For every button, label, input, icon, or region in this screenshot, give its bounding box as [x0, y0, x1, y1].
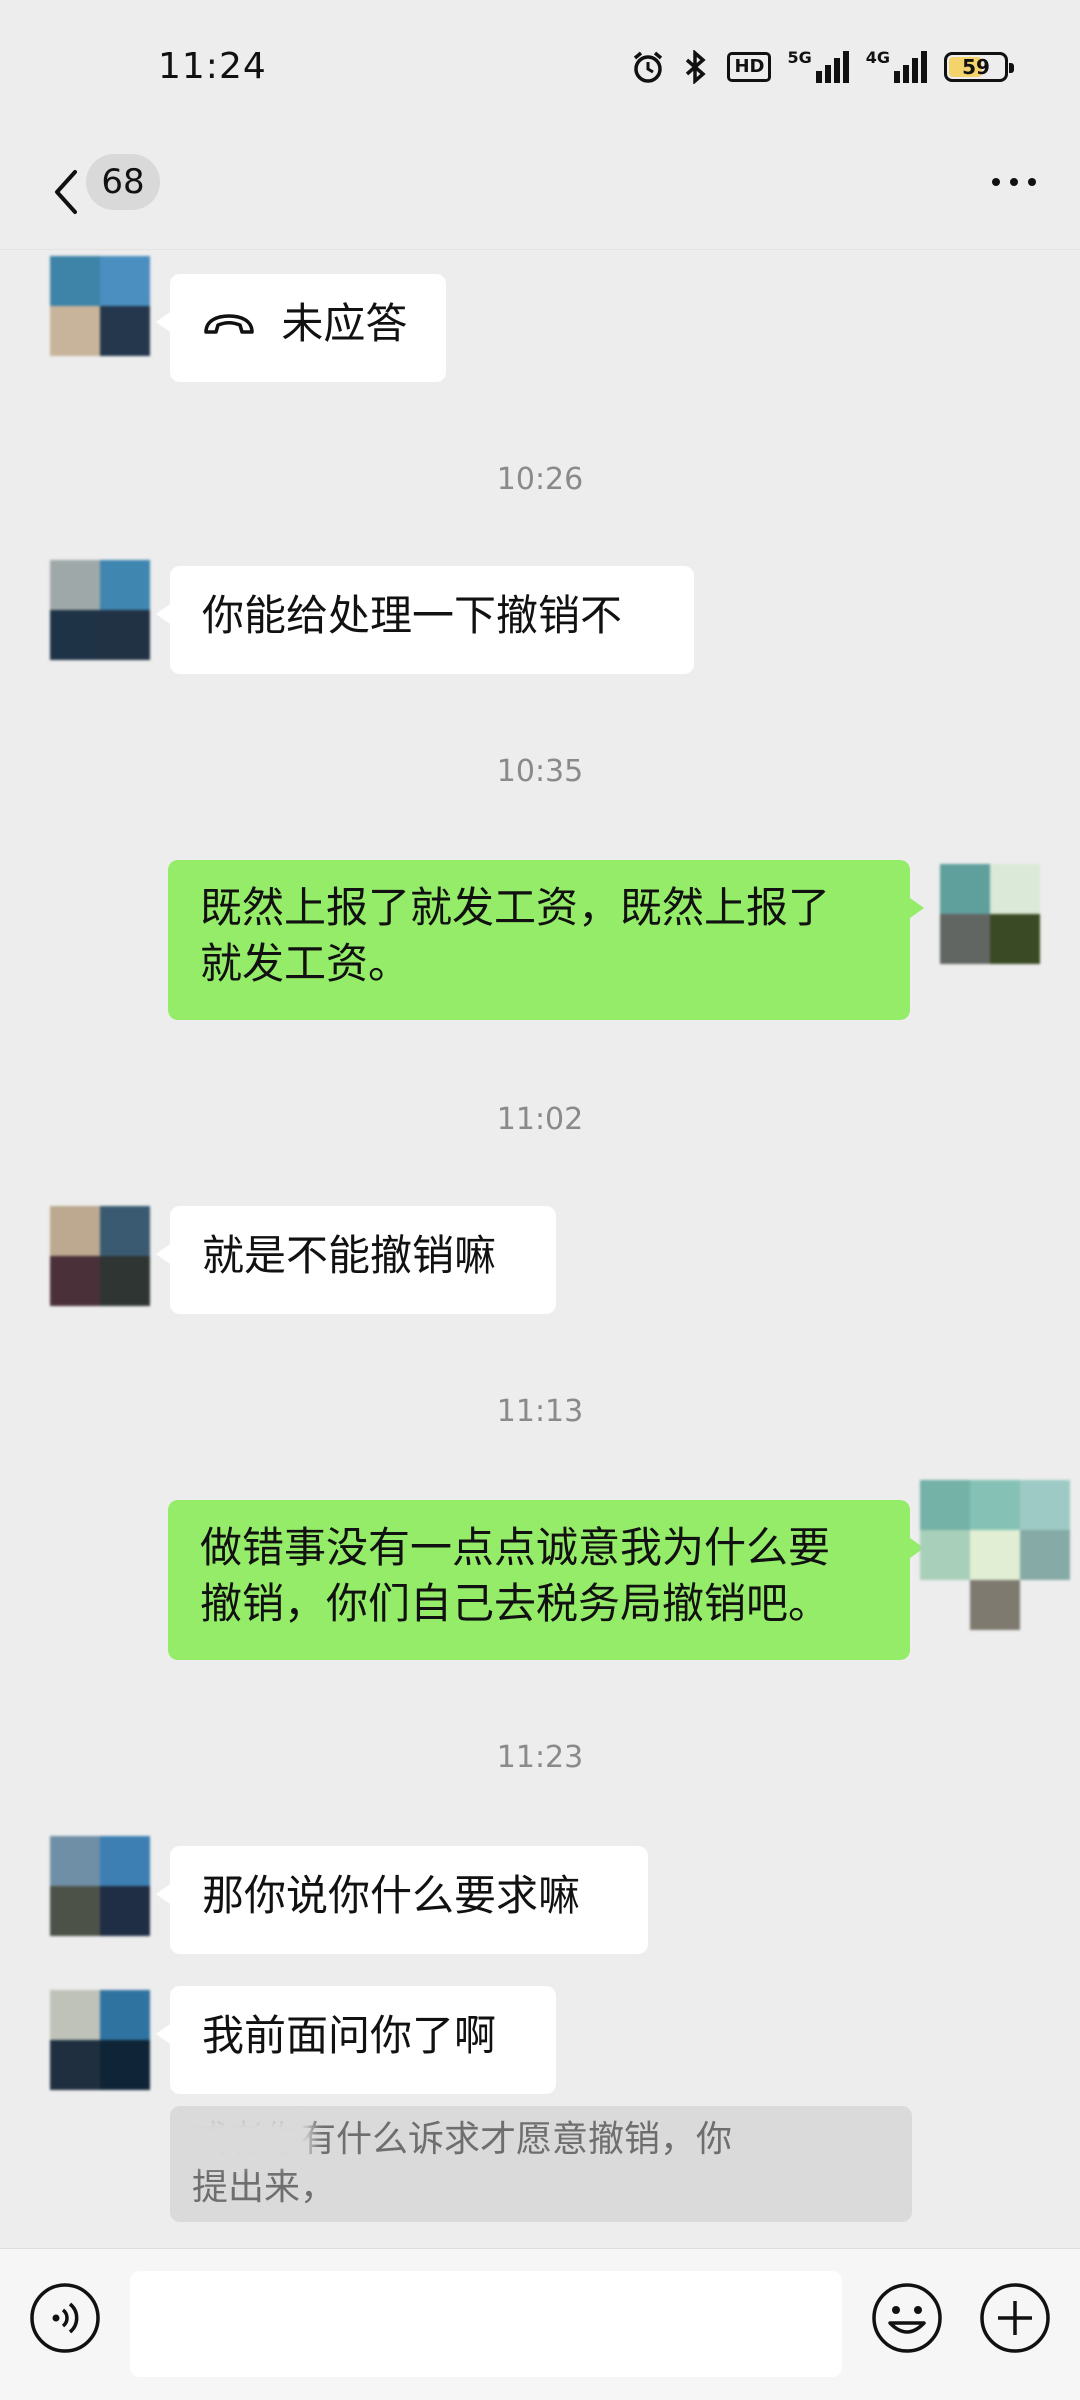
message-text: 你能给处理一下撤销不: [202, 591, 623, 640]
message-text: 未应答: [281, 299, 408, 348]
chevron-left-icon: [51, 168, 81, 220]
contact-avatar[interactable]: [50, 560, 150, 660]
message-text: 那你说你什么要求嘛: [202, 1871, 581, 1920]
chat-header: 68: [0, 140, 1080, 250]
signal-4g-icon: 4G: [865, 47, 928, 83]
message-bubble-outgoing[interactable]: 做错事没有一点点诚意我为什么要 撤销，你们自己去税务局撤销吧。: [168, 1500, 924, 1660]
message-input[interactable]: [130, 2271, 842, 2377]
contact-avatar[interactable]: [50, 1836, 150, 1936]
message-text: 就是不能撤销嘛: [202, 1231, 497, 1280]
back-button[interactable]: [36, 154, 96, 234]
plus-icon: [978, 2281, 1052, 2359]
signal-5g-icon: 5G: [787, 47, 849, 83]
message-list[interactable]: 未应答 10:26 你能给处理一下撤销不 10:35 既然上报了就发工资，既然上…: [0, 250, 1080, 2400]
battery-icon: 59: [944, 52, 1014, 82]
alarm-icon: [631, 50, 665, 84]
message-line: 做错事没有一点点诚意我为什么要: [200, 1523, 831, 1572]
message-bubble-incoming[interactable]: 就是不能撤销嘛: [156, 1206, 556, 1314]
blur-mask: [182, 2116, 312, 2164]
emoji-button[interactable]: [870, 2283, 944, 2357]
plus-button[interactable]: [978, 2283, 1052, 2357]
my-avatar[interactable]: [920, 1480, 1070, 1630]
net1-label: 5G: [787, 47, 812, 67]
net2-label: 4G: [865, 47, 890, 67]
message-line: 既然上报了就发工资，既然上报了: [200, 883, 831, 932]
status-icons: HD 5G 4G 59: [631, 47, 1014, 84]
emoji-icon: [870, 2281, 944, 2359]
message-bubble-incoming[interactable]: 未应答: [156, 274, 446, 382]
bluetooth-icon: [681, 50, 711, 84]
status-bar: 11:24 HD 5G 4G 59: [0, 0, 1080, 140]
timestamp: 10:26: [496, 462, 584, 497]
hd-icon: HD: [727, 52, 772, 82]
more-button[interactable]: [974, 152, 1054, 212]
message-bubble-outgoing[interactable]: 既然上报了就发工资，既然上报了 就发工资。: [168, 860, 924, 1020]
draft-preview[interactable]: 或者你有什么诉求才愿意撤销，你 提出来，: [170, 2106, 912, 2222]
voice-icon: [28, 2281, 102, 2359]
my-avatar[interactable]: [940, 864, 1040, 964]
timestamp: 11:23: [496, 1740, 584, 1775]
chat-screen: 11:24 HD 5G 4G 59 68 未应答 10:26 你能给处理一下撤销…: [0, 0, 1080, 2400]
contact-avatar[interactable]: [50, 1206, 150, 1306]
message-bubble-incoming[interactable]: 我前面问你了啊: [156, 1986, 556, 2094]
message-line: 就发工资。: [200, 939, 411, 988]
message-bubble-incoming[interactable]: 那你说你什么要求嘛: [156, 1846, 648, 1954]
timestamp: 11:02: [496, 1102, 584, 1137]
message-line: 撤销，你们自己去税务局撤销吧。: [200, 1579, 831, 1628]
timestamp: 10:35: [496, 754, 584, 789]
contact-avatar[interactable]: [50, 256, 150, 356]
status-time: 11:24: [158, 46, 267, 87]
hangup-phone-icon: [202, 296, 256, 352]
timestamp: 11:13: [496, 1394, 584, 1429]
voice-button[interactable]: [28, 2283, 102, 2357]
message-bubble-incoming[interactable]: 你能给处理一下撤销不: [156, 566, 694, 674]
unread-count-badge[interactable]: 68: [86, 154, 160, 210]
draft-line: 提出来，: [192, 2167, 337, 2208]
contact-avatar[interactable]: [50, 1990, 150, 2090]
more-dots-icon: [992, 178, 1036, 186]
input-bar: [0, 2248, 1080, 2400]
battery-level: 59: [962, 55, 990, 79]
message-text: 我前面问你了啊: [202, 2011, 497, 2060]
